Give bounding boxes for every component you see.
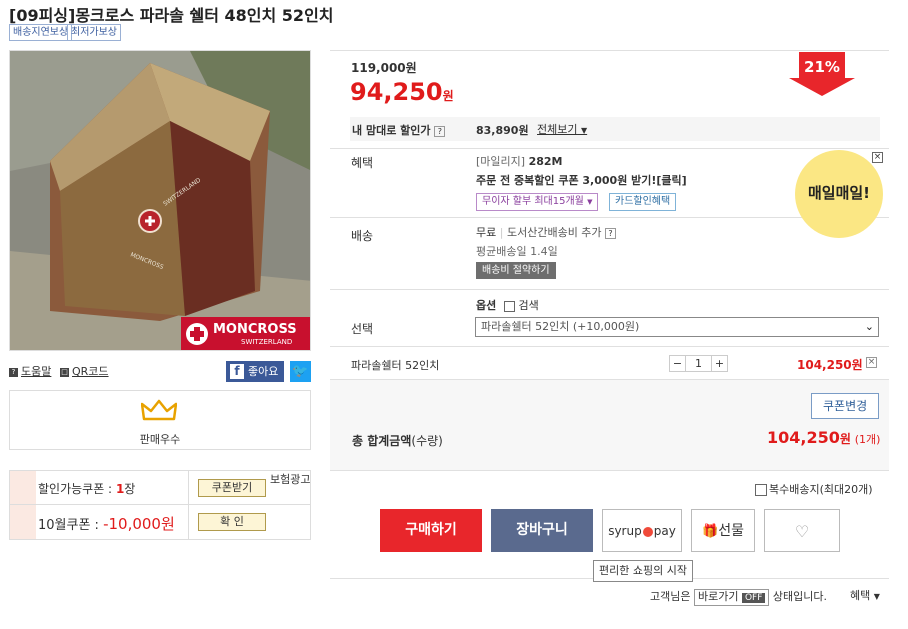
avg-delivery-days: 평균배송일 1.4일: [476, 245, 558, 258]
total-amount: 104,250원 (1개): [767, 428, 881, 447]
sale-price: 94,250원: [350, 78, 454, 106]
seller-grade-box: 판매우수: [9, 390, 311, 450]
question-icon: ?: [434, 126, 446, 137]
get-coupon-button[interactable]: 쿠폰받기: [198, 479, 266, 497]
checkbox-box: [755, 484, 767, 496]
syrup-dot-icon: [642, 526, 653, 537]
daily-ad-badge[interactable]: 매일매일!: [795, 150, 883, 238]
caret-down-icon: ▼: [587, 198, 593, 206]
qr-code-link[interactable]: □ QR코드: [60, 363, 109, 379]
remove-item-icon[interactable]: ×: [866, 357, 877, 368]
mileage-text: [마일리지] 282M: [476, 155, 563, 168]
facebook-icon: f: [230, 364, 244, 379]
caret-down-icon: ▼: [873, 592, 880, 601]
gift-button[interactable]: 🎁선물: [691, 509, 755, 552]
selected-item-name: 파라솔쉘터 52인치: [351, 359, 440, 372]
month-coupon-label: 10월쿠폰 : -10,000원: [38, 515, 175, 533]
card-discount-button[interactable]: 카드할인혜택: [609, 193, 677, 211]
installment-button[interactable]: 무이자 할부 최대15개월 ▼: [476, 193, 599, 211]
available-coupon-label: 할인가능쿠폰 : 1장: [38, 482, 136, 496]
tent-illustration: MONCROSS SWITZERLAND: [10, 51, 310, 350]
coupon-promo-link[interactable]: 주문 전 중복할인 쿠폰 3,000원 받기![클릭]: [476, 172, 687, 188]
selected-item-price: 104,250원: [797, 358, 863, 372]
shipping-label: 배송: [351, 229, 374, 243]
option-select-label: 선택: [351, 322, 374, 336]
cart-button[interactable]: 장바구니: [491, 509, 593, 552]
original-price: 119,000원: [351, 61, 417, 75]
total-section: [330, 380, 889, 470]
shipping-fee: 무료 | 도서산간배송비 추가 ?: [476, 224, 617, 240]
tag-lowest-price[interactable]: 최저가보상: [67, 24, 121, 41]
brand-logo-sub: SWITZERLAND: [241, 338, 293, 346]
quick-access-status: 고객님은 바로가기 OFF 상태입니다.: [650, 588, 827, 606]
close-ad-icon[interactable]: ×: [872, 152, 883, 163]
option-search[interactable]: 검색: [504, 297, 539, 313]
twitter-button[interactable]: 🐦: [290, 361, 311, 382]
question-icon: ?: [9, 367, 18, 377]
buy-now-button[interactable]: 구매하기: [380, 509, 482, 552]
qty-plus-button[interactable]: +: [711, 355, 728, 372]
help-link[interactable]: ? 도움말: [9, 363, 51, 379]
my-price-label: 내 맘대로 할인가 ?: [352, 122, 446, 138]
total-label: 총 합계금액(수량): [352, 434, 443, 448]
my-price-value: 83,890원: [476, 124, 529, 137]
view-all-link[interactable]: 전체보기 ▼: [537, 121, 587, 137]
syrup-tooltip: 편리한 쇼핑의 시작: [593, 560, 693, 582]
quick-access-toggle[interactable]: 바로가기 OFF: [693, 589, 770, 606]
twitter-icon: 🐦: [292, 364, 309, 379]
coupon-box: 할인가능쿠폰 : 1장 쿠폰받기 보험광고 10월쿠폰 : -10,000원 확…: [9, 470, 311, 540]
confirm-coupon-button[interactable]: 확 인: [198, 513, 266, 531]
crown-icon: [140, 399, 178, 426]
qty-input[interactable]: 1: [685, 355, 712, 372]
multi-ship-checkbox[interactable]: 복수배송지(최대20개): [755, 481, 873, 497]
coupon-change-button[interactable]: 쿠폰변경: [811, 393, 880, 419]
chevron-down-icon: ⌄: [864, 320, 874, 333]
brand-logo-box: MONCROSS SWITZERLAND: [181, 317, 310, 350]
caret-down-icon: ▼: [580, 126, 588, 135]
product-title: [09피싱]몽크로스 파라솔 쉘터 48인치 52인치: [9, 6, 334, 25]
search-checkbox: [504, 300, 515, 312]
brand-logo-text: MONCROSS: [213, 322, 297, 337]
option-title: 옵션: [476, 299, 497, 312]
footer-benefit-link[interactable]: 혜택 ▼: [850, 587, 880, 603]
ad-label: 보험광고: [270, 473, 311, 486]
tag-delivery-delay[interactable]: 배송지연보상: [9, 24, 73, 41]
save-shipping-button[interactable]: 배송비 절약하기: [476, 262, 556, 279]
option-dropdown[interactable]: 파라솔쉘터 52인치 (+10,000원) ⌄: [475, 317, 879, 337]
qty-minus-button[interactable]: −: [669, 355, 686, 372]
wishlist-button[interactable]: ♡: [764, 509, 840, 552]
swiss-cross-icon: [186, 323, 208, 345]
qr-icon: □: [60, 367, 69, 377]
syrup-pay-button[interactable]: syrup pay: [602, 509, 682, 552]
seller-grade-label: 판매우수: [139, 433, 181, 446]
benefit-label: 혜택: [351, 156, 374, 170]
facebook-like-button[interactable]: f 좋아요: [226, 361, 284, 382]
gift-icon: 🎁: [702, 524, 719, 539]
product-image[interactable]: MONCROSS SWITZERLAND MONCROSS SWITZERLAN…: [9, 50, 311, 351]
discount-badge: 21%: [789, 52, 855, 96]
question-icon: ?: [605, 228, 617, 239]
heart-icon: ♡: [794, 522, 810, 541]
